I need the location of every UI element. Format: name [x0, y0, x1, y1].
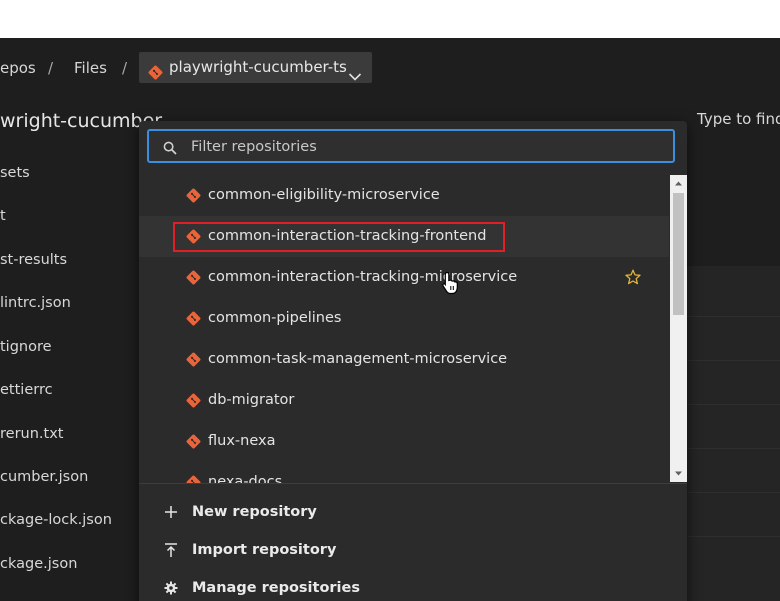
filter-repositories-input[interactable]: [189, 134, 663, 160]
scroll-up-arrow-icon[interactable]: [670, 175, 687, 192]
repo-list-scrollbar[interactable]: [670, 175, 687, 482]
repo-name: common-interaction-tracking-microservice: [208, 269, 518, 285]
gear-icon: [163, 580, 179, 601]
breadcrumb-repos[interactable]: epos: [0, 52, 36, 84]
scroll-down-arrow-icon[interactable]: [670, 465, 687, 482]
file-tree-item[interactable]: ettierrc: [0, 380, 53, 400]
file-tree-item[interactable]: rerun.txt: [0, 424, 63, 444]
search-icon: [163, 140, 177, 159]
current-repo-name: playwright-cucumber-ts: [169, 58, 347, 76]
repo-item[interactable]: db-migrator: [139, 380, 669, 421]
file-tree-item[interactable]: lintrc.json: [0, 293, 71, 313]
find-files-hint[interactable]: Type to find: [697, 110, 780, 128]
pointer-cursor-icon: [441, 271, 459, 299]
git-repo-icon: [148, 60, 163, 91]
git-repo-icon: [186, 434, 201, 453]
git-repo-icon: [186, 270, 201, 289]
breadcrumb-separator: /: [48, 59, 54, 77]
repo-name: flux-nexa: [208, 433, 276, 449]
repo-list: common-eligibility-microservice common-i…: [139, 175, 669, 483]
import-icon: [163, 542, 179, 566]
new-repository-label: New repository: [192, 504, 317, 520]
breadcrumb-files[interactable]: Files: [74, 52, 107, 84]
manage-repositories-label: Manage repositories: [192, 580, 360, 596]
dropdown-divider: [139, 483, 687, 484]
repo-name: common-interaction-tracking-frontend: [208, 228, 487, 244]
file-tree-item[interactable]: st-results: [0, 250, 67, 270]
repo-name: db-migrator: [208, 392, 295, 408]
repo-item[interactable]: common-interaction-tracking-frontend: [139, 216, 669, 257]
chevron-down-icon: [348, 62, 362, 93]
repo-dropdown: common-eligibility-microservice common-i…: [139, 121, 687, 601]
filter-box[interactable]: [147, 129, 675, 163]
repo-name: common-eligibility-microservice: [208, 187, 440, 203]
repo-item[interactable]: common-pipelines: [139, 298, 669, 339]
repo-selector-button[interactable]: playwright-cucumber-ts: [139, 52, 372, 83]
scrollbar-thumb[interactable]: [673, 193, 684, 315]
git-repo-icon: [186, 188, 201, 207]
star-icon[interactable]: [625, 269, 641, 289]
git-repo-icon: [186, 393, 201, 412]
file-tree-item[interactable]: cumber.json: [0, 467, 88, 487]
git-repo-icon: [186, 352, 201, 371]
file-tree-item[interactable]: ckage.json: [0, 554, 77, 574]
repo-title: wright-cucumber: [0, 110, 163, 132]
repo-item[interactable]: nexa-docs: [139, 462, 669, 483]
repo-item[interactable]: common-eligibility-microservice: [139, 175, 669, 216]
repo-name: nexa-docs: [208, 474, 283, 483]
plus-icon: [163, 504, 179, 528]
app-window: epos / Files / playwright-cucumber-ts wr…: [0, 38, 780, 601]
file-tree-item[interactable]: t: [0, 206, 6, 226]
repo-name: common-task-management-microservice: [208, 351, 508, 367]
file-tree-item[interactable]: ckage-lock.json: [0, 510, 112, 530]
file-tree-item[interactable]: tignore: [0, 337, 52, 357]
breadcrumb-separator: /: [122, 59, 128, 77]
file-tree-item[interactable]: sets: [0, 163, 30, 183]
repo-name: common-pipelines: [208, 310, 342, 326]
git-repo-icon: [186, 475, 201, 483]
git-repo-icon: [186, 311, 201, 330]
git-repo-icon: [186, 229, 201, 248]
repo-item[interactable]: common-interaction-tracking-microservice: [139, 257, 669, 298]
repo-item[interactable]: flux-nexa: [139, 421, 669, 462]
repo-item[interactable]: common-task-management-microservice: [139, 339, 669, 380]
import-repository-label: Import repository: [192, 542, 337, 558]
